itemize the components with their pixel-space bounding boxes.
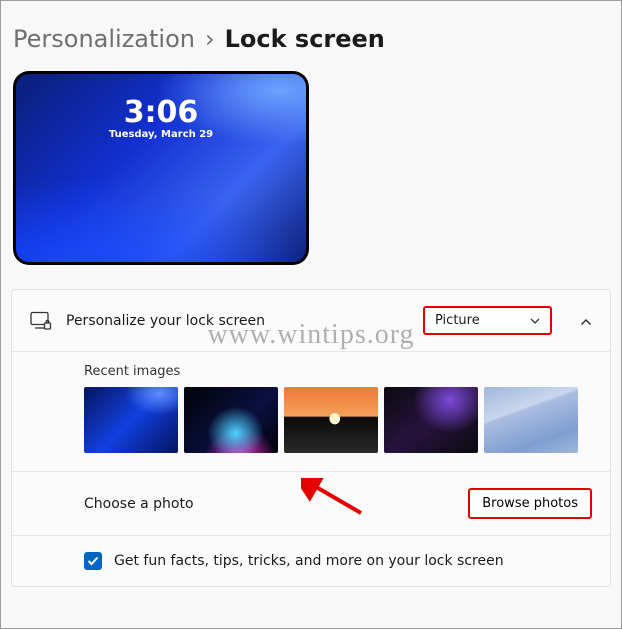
- lockscreen-preview: 3:06 Tuesday, March 29: [13, 71, 309, 265]
- choose-photo-label: Choose a photo: [84, 496, 468, 512]
- recent-image-thumb[interactable]: [84, 387, 178, 453]
- monitor-lock-icon: [30, 311, 52, 331]
- fun-facts-row: Get fun facts, tips, tricks, and more on…: [12, 535, 610, 586]
- recent-image-thumb[interactable]: [184, 387, 278, 453]
- recent-images-list: [84, 387, 592, 453]
- preview-date: Tuesday, March 29: [13, 129, 309, 140]
- fun-facts-label: Get fun facts, tips, tricks, and more on…: [114, 553, 504, 569]
- recent-images-title: Recent images: [84, 364, 592, 379]
- browse-photos-button[interactable]: Browse photos: [468, 488, 592, 519]
- chevron-down-icon: [530, 313, 540, 328]
- lockscreen-settings-card: Personalize your lock screen Picture Rec…: [11, 289, 611, 587]
- recent-image-thumb[interactable]: [484, 387, 578, 453]
- personalize-label: Personalize your lock screen: [66, 313, 409, 329]
- preview-time: 3:06: [13, 95, 309, 130]
- choose-photo-row: Choose a photo Browse photos: [12, 471, 610, 535]
- recent-image-thumb[interactable]: [384, 387, 478, 453]
- breadcrumb-current: Lock screen: [225, 25, 385, 53]
- breadcrumb: Personalization › Lock screen: [13, 25, 615, 53]
- recent-image-thumb[interactable]: [284, 387, 378, 453]
- recent-images-section: Recent images: [12, 364, 610, 471]
- breadcrumb-parent[interactable]: Personalization: [13, 25, 195, 53]
- background-type-dropdown[interactable]: Picture: [423, 306, 552, 335]
- fun-facts-checkbox[interactable]: [84, 552, 102, 570]
- collapse-section-button[interactable]: [580, 311, 592, 330]
- settings-page: Personalization › Lock screen 3:06 Tuesd…: [0, 0, 622, 629]
- dropdown-value: Picture: [435, 313, 480, 328]
- chevron-right-icon: ›: [205, 25, 215, 53]
- personalize-row: Personalize your lock screen Picture: [12, 290, 610, 352]
